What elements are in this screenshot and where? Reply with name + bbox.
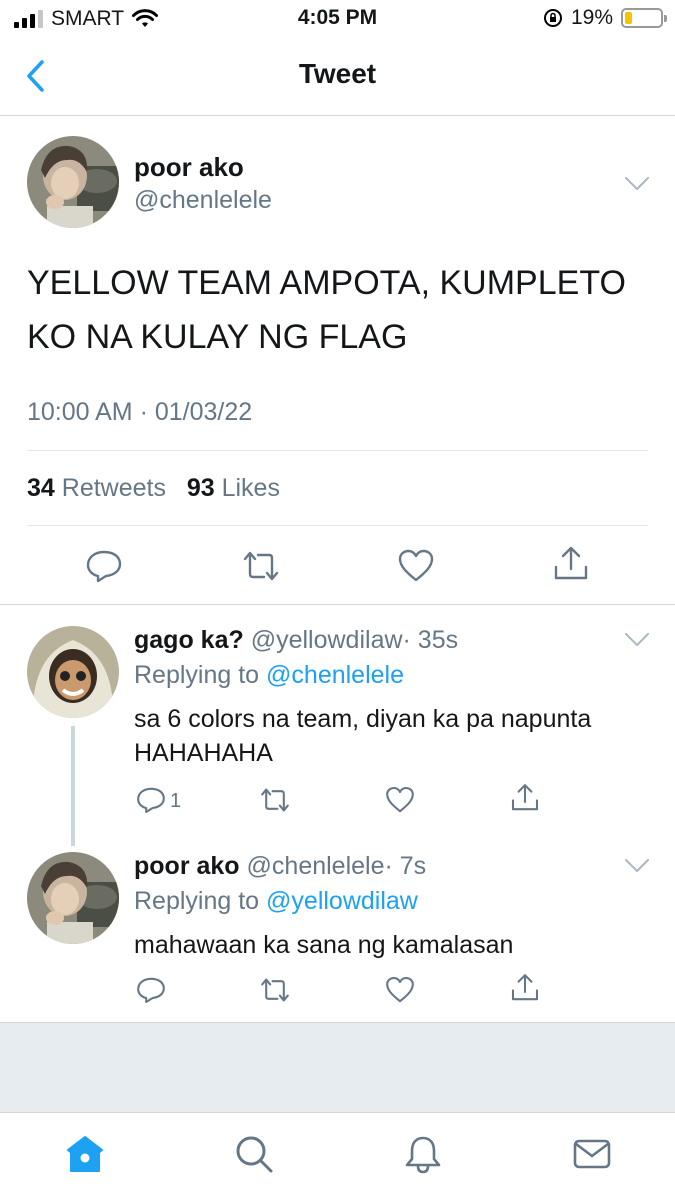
- reply-button[interactable]: [135, 974, 167, 1006]
- heart-icon: [386, 976, 414, 1003]
- tab-notifications[interactable]: [402, 1133, 444, 1175]
- retweet-button[interactable]: [241, 546, 281, 586]
- tab-search[interactable]: [233, 1133, 275, 1175]
- tab-home[interactable]: [64, 1133, 106, 1175]
- share-icon: [511, 974, 539, 1001]
- status-right: 19%: [543, 6, 667, 30]
- home-icon: [67, 1136, 103, 1172]
- replying-prefix: Replying to: [134, 887, 260, 915]
- page-title: Tweet: [298, 58, 377, 89]
- search-icon: [236, 1136, 273, 1173]
- retweets-count[interactable]: 34: [27, 474, 55, 502]
- like-button[interactable]: [384, 974, 416, 1006]
- avatar[interactable]: [27, 626, 119, 718]
- reply-icon: [86, 550, 122, 583]
- tab-messages[interactable]: [571, 1133, 613, 1175]
- reply-time: · 35s: [402, 626, 459, 654]
- heart-icon: [398, 549, 434, 582]
- chevron-down-icon[interactable]: [624, 632, 650, 648]
- status-bar: SMART 4:05 PM 19%: [0, 0, 675, 38]
- nav-bar: Tweet: [0, 38, 675, 116]
- tweet-timestamp: 10:00 AM · 01/03/22: [27, 398, 253, 426]
- reply-tweet[interactable]: gago ka? @yellowdilaw· 35s Replying to @…: [0, 606, 675, 846]
- reply-icon: [137, 787, 165, 814]
- share-icon: [511, 784, 539, 811]
- avatar[interactable]: [27, 136, 119, 228]
- tab-bar: [0, 1112, 675, 1200]
- share-button[interactable]: [509, 782, 541, 814]
- mention-link[interactable]: @chenlelele: [266, 661, 404, 689]
- reply-button[interactable]: [135, 784, 167, 816]
- empty-area: [0, 1022, 675, 1112]
- avatar[interactable]: [27, 852, 119, 944]
- replying-prefix: Replying to: [134, 661, 260, 689]
- retweets-label[interactable]: Retweets: [62, 474, 166, 502]
- reply-header: poor ako @chenlelele· 7s: [134, 852, 426, 881]
- user-handle[interactable]: @yellowdilaw: [251, 626, 403, 654]
- battery-percent: 19%: [570, 6, 613, 29]
- notifications-icon: [405, 1136, 441, 1174]
- tweet-text: mahawaan ka sana ng kamalasan: [134, 931, 514, 959]
- chevron-down-icon[interactable]: [624, 176, 650, 192]
- reply-time: · 7s: [384, 852, 427, 880]
- retweet-icon: [261, 788, 289, 812]
- user-handle[interactable]: @chenlelele: [247, 852, 385, 880]
- share-button[interactable]: [551, 544, 591, 584]
- main-tweet: poor ako @chenlelele YELLOW TEAM AMPOTA,…: [0, 116, 675, 605]
- display-name[interactable]: poor ako: [134, 852, 240, 880]
- retweet-button[interactable]: [259, 974, 291, 1006]
- share-button[interactable]: [509, 972, 541, 1004]
- like-button[interactable]: [396, 546, 436, 586]
- rotation-lock-icon: [543, 9, 562, 27]
- display-name[interactable]: poor ako: [134, 152, 244, 183]
- messages-icon: [573, 1139, 611, 1169]
- reply-tweet[interactable]: poor ako @chenlelele· 7s Replying to @ye…: [0, 838, 675, 1022]
- retweet-button[interactable]: [259, 784, 291, 816]
- reply-header: gago ka? @yellowdilaw· 35s: [134, 626, 458, 655]
- battery-icon: [621, 8, 667, 28]
- divider: [27, 450, 648, 451]
- retweet-icon: [261, 978, 289, 1002]
- reply-count: 1: [170, 790, 182, 812]
- reply-button[interactable]: [84, 546, 124, 586]
- replying-to: Replying to @chenlelele: [134, 661, 404, 690]
- share-icon: [554, 546, 588, 580]
- likes-label[interactable]: Likes: [222, 474, 280, 502]
- heart-icon: [386, 786, 414, 813]
- tweet-text: sa 6 colors na team, diyan ka pa napunta…: [134, 705, 592, 767]
- thread-line: [71, 726, 75, 846]
- likes-count[interactable]: 93: [187, 474, 215, 502]
- tweet-stats: 34 Retweets 93 Likes: [27, 474, 280, 503]
- display-name[interactable]: gago ka?: [134, 626, 244, 654]
- tweet-text: YELLOW TEAM AMPOTA, KUMPLETO KO NA KULAY…: [27, 264, 626, 356]
- divider: [27, 525, 648, 526]
- chevron-down-icon[interactable]: [624, 858, 650, 874]
- reply-icon: [137, 977, 165, 1004]
- retweet-icon: [243, 551, 279, 581]
- mention-link[interactable]: @yellowdilaw: [266, 887, 418, 915]
- like-button[interactable]: [384, 784, 416, 816]
- replying-to: Replying to @yellowdilaw: [134, 887, 418, 916]
- user-handle[interactable]: @chenlelele: [134, 186, 272, 215]
